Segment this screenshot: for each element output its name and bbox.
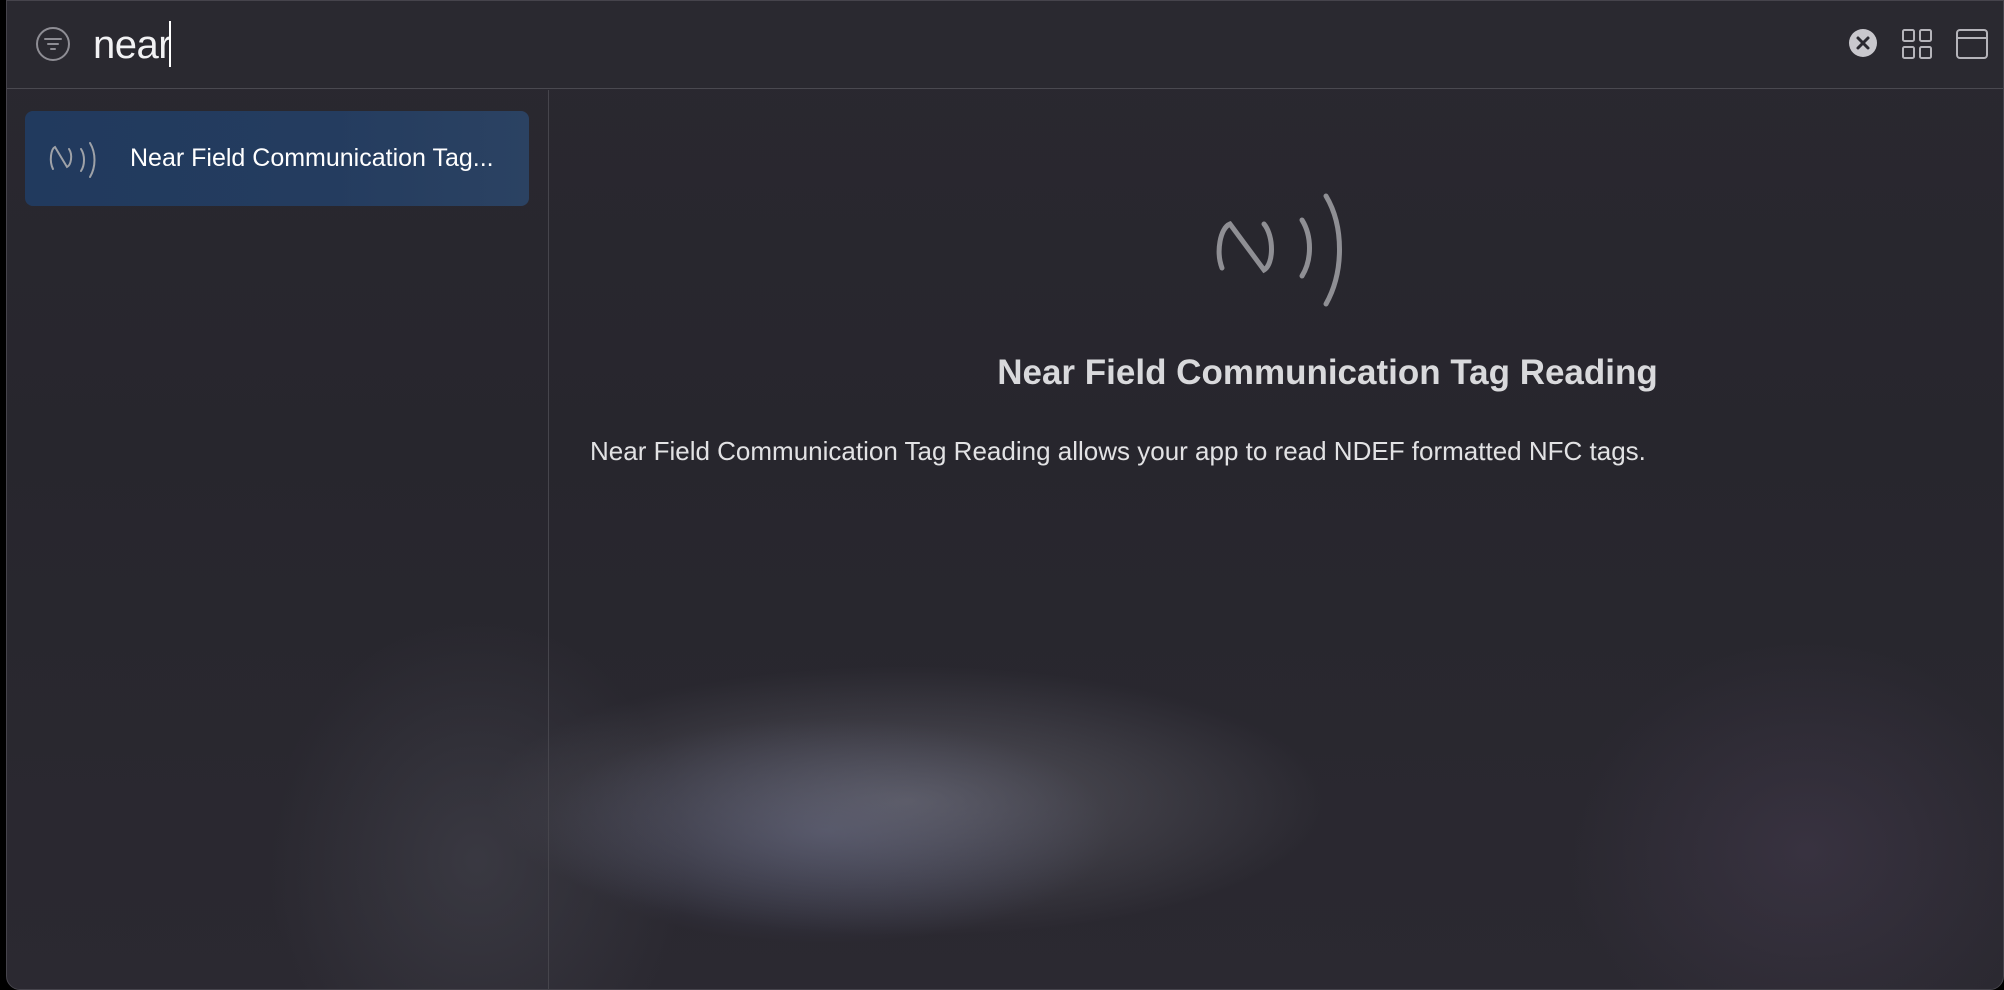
detail-pane: Near Field Communication Tag Reading Nea… — [550, 90, 2003, 989]
detail-description: Near Field Communication Tag Reading all… — [590, 436, 1646, 466]
capability-library-window: near Near Field Communication Tag... Nea… — [6, 0, 2004, 990]
nfc-icon — [49, 142, 96, 178]
clear-circle-icon[interactable] — [1848, 28, 1878, 58]
search-bar: near — [7, 1, 2003, 89]
results-list: Near Field Communication Tag... — [7, 90, 549, 989]
result-item-nfc[interactable]: Near Field Communication Tag... — [25, 111, 529, 206]
window-icon[interactable] — [1955, 27, 1989, 61]
text-caret — [169, 21, 171, 67]
grid-view-icon[interactable] — [1901, 28, 1933, 60]
search-input[interactable]: near — [93, 19, 172, 71]
detail-title: Near Field Communication Tag Reading — [997, 353, 1658, 392]
nfc-icon — [1216, 193, 1342, 307]
filter-icon[interactable] — [35, 26, 71, 62]
result-item-label: Near Field Communication Tag... — [130, 144, 494, 172]
